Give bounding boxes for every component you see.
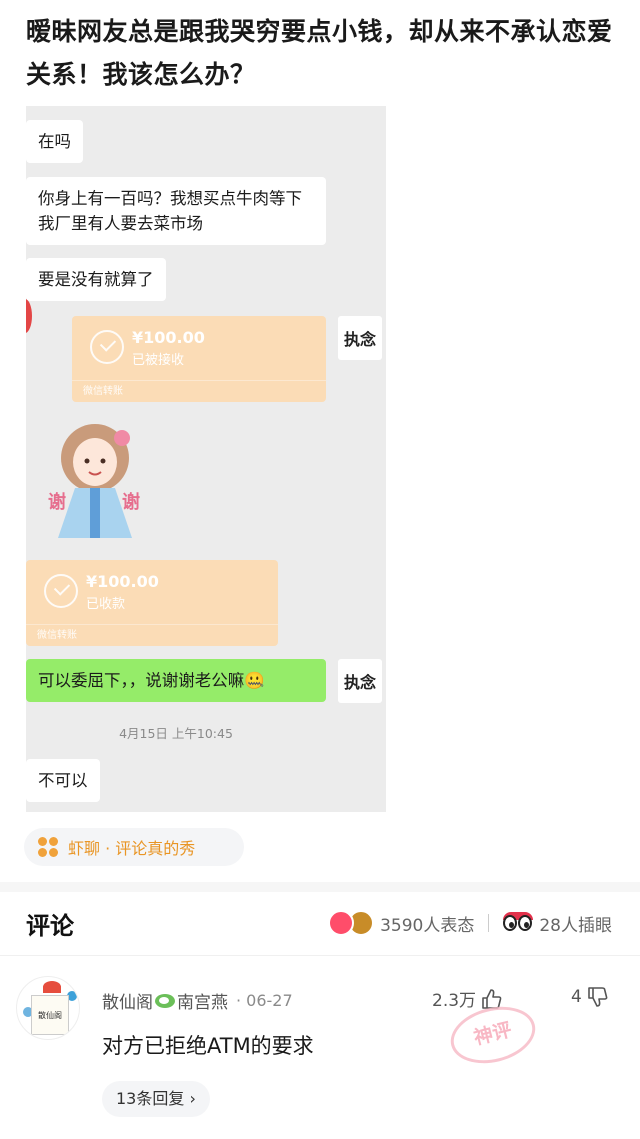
topic-label: 虾聊 · 评论真的秀 [68,839,196,858]
comment-avatar[interactable]: 散仙阁 [16,976,80,1040]
comment-text: 对方已拒绝ATM的要求 [102,1034,314,1058]
author-name[interactable]: 散仙阁 [102,988,153,1013]
avatar-hat [43,981,61,993]
topic-chip[interactable]: 虾聊 · 评论真的秀 [24,828,244,866]
dislike-count: 4 [571,987,582,1007]
comment-date: · 06-27 [236,991,293,1010]
comments-title: 评论 [26,912,74,940]
thumbs-down-icon [586,986,608,1008]
avatar-text: 散仙阁 [31,995,69,1035]
comment-stats: 3590人表态 28人插眼 [328,908,612,938]
like-count: 2.3万 [432,991,477,1011]
chat-message: 要是没有就算了 [26,258,166,301]
section-divider [0,882,640,892]
transfer-status: 已收款 [86,597,126,612]
svg-text:谢: 谢 [122,491,140,513]
stats-separator [488,914,490,932]
my-avatar[interactable]: 执念 [338,659,382,703]
reaction-count[interactable]: 3590人表态 [380,911,474,936]
check-icon [44,574,78,608]
check-icon [90,330,124,364]
eyes-icon [503,912,534,934]
svg-text:谢: 谢 [48,491,66,513]
author-name-2[interactable]: 南宫燕 [177,988,228,1013]
replies-button[interactable]: 13条回复 › [102,1081,210,1117]
transfer-status: 已被接收 [132,353,185,368]
chat-timestamp: 4月15日 上午10:45 [119,726,233,741]
chat-message: 你身上有一百吗？我想买点牛肉等下我厂里有人要去菜市场 [26,177,326,245]
chat-message: 在吗 [26,120,83,163]
comment-author[interactable]: 散仙阁 南宫燕 · 06-27 [102,988,293,1013]
chat-message-sent: 可以委屈下，，说谢谢老公嘛🤐 [26,659,326,702]
view-count[interactable]: 28人插眼 [539,911,612,936]
avatar-text: 执念 [343,673,376,692]
post-title: 暧昧网友总是跟我哭穷要点小钱，却从来不承认恋爱关系！我该怎么办？ [26,17,613,89]
thank-you-sticker: 谢 谢 [48,424,140,538]
leaf-icon [155,993,175,1008]
my-avatar[interactable]: 执念 [338,316,382,360]
chat-screenshot: 在吗 你身上有一百吗？我想买点牛肉等下我厂里有人要去菜市场 要是没有就算了 ¥1… [26,106,386,812]
divider-line [0,955,640,956]
transfer-amount: ¥100.00 [132,328,205,347]
transfer-card[interactable]: ¥100.00 已被接收 微信转账 [72,316,326,402]
transfer-footer: 微信转账 [26,624,278,646]
dislike-button[interactable]: 4 [571,986,608,1008]
chat-message: 不可以 [26,759,100,802]
transfer-card[interactable]: ¥100.00 已收款 微信转账 [26,560,278,646]
transfer-footer: 微信转账 [72,380,326,402]
like-reaction-icon [328,910,355,936]
avatar-text: 执念 [343,330,376,349]
topic-icon [38,837,58,857]
transfer-amount: ¥100.00 [86,572,159,591]
decorative-edge [26,299,32,333]
